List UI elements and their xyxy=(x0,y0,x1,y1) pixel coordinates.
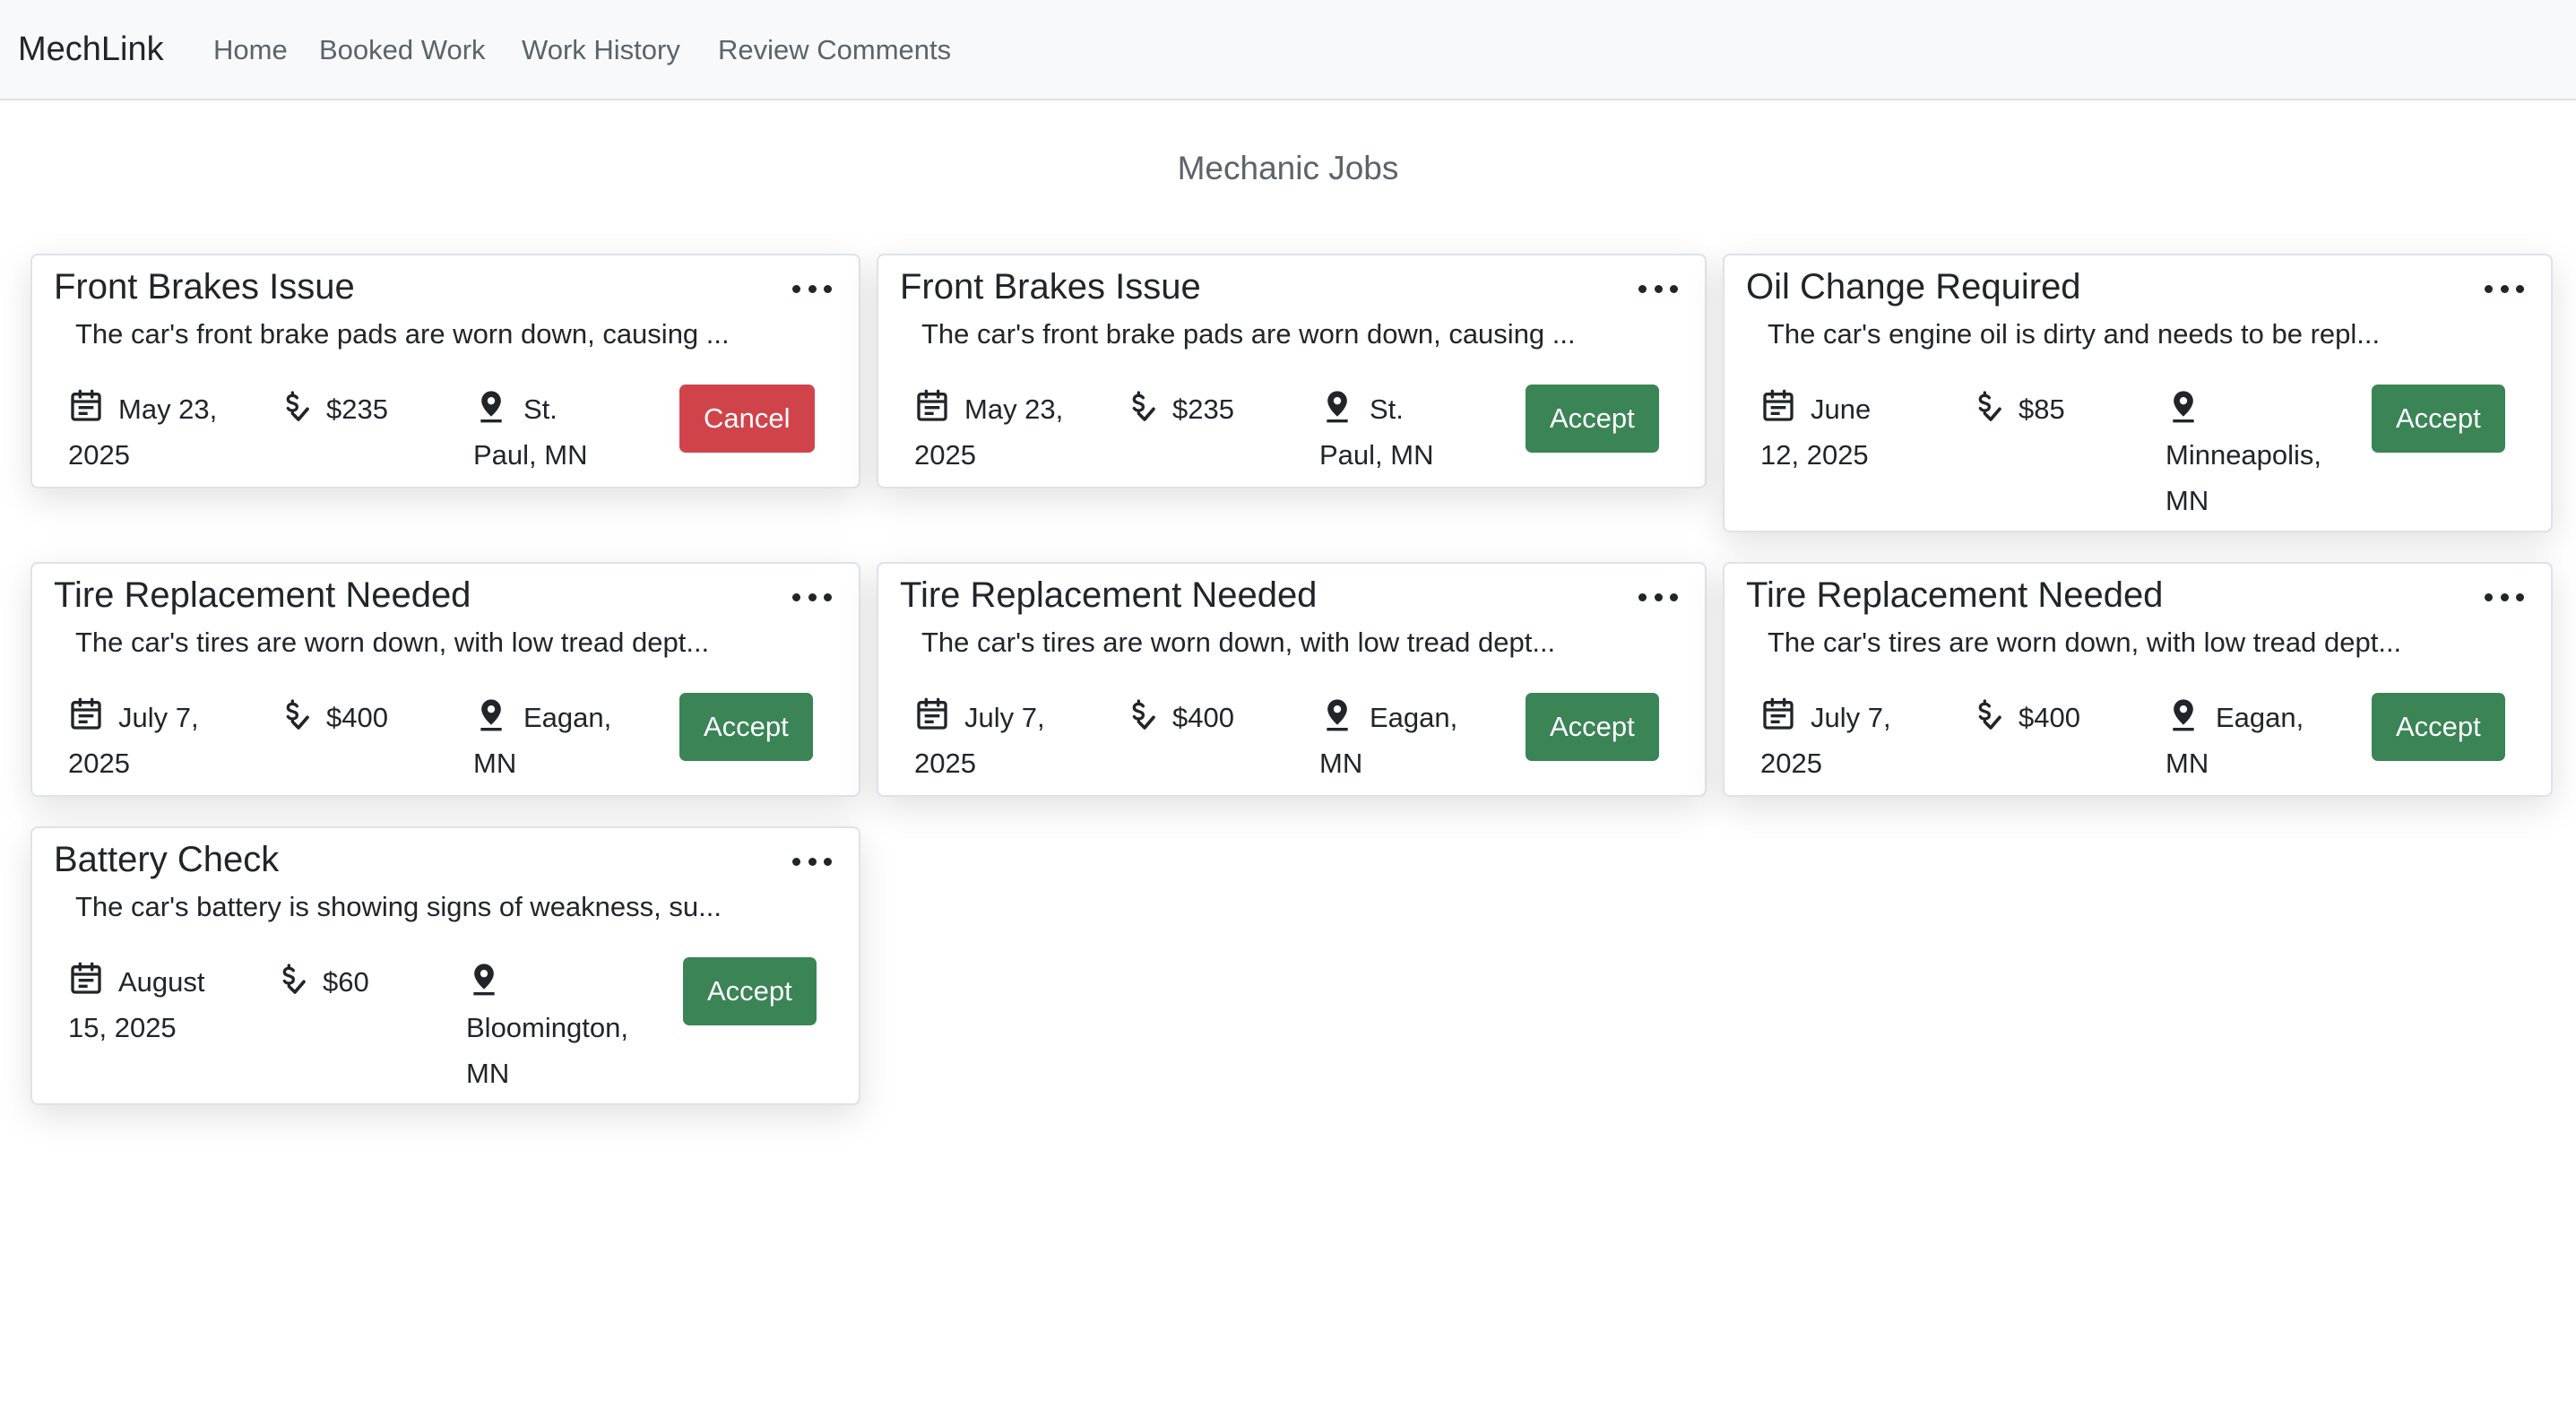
dollar-check-icon xyxy=(286,391,309,421)
job-price: $235 xyxy=(1122,386,1301,432)
nav-link-home[interactable]: Home xyxy=(213,30,288,70)
job-description: The car's front brake pads are worn down… xyxy=(75,318,730,350)
more-options-icon[interactable] xyxy=(792,848,832,875)
more-options-icon[interactable] xyxy=(792,583,832,610)
dollar-check-icon xyxy=(282,964,306,994)
dollar-check-icon xyxy=(286,699,309,730)
job-description: The car's battery is showing signs of we… xyxy=(75,891,722,922)
job-location: Minneapolis, MN xyxy=(2165,386,2345,523)
dollar-check-icon xyxy=(1132,699,1155,730)
job-location: Eagan, MN xyxy=(473,695,653,786)
job-description: The car's front brake pads are worn down… xyxy=(921,318,1576,350)
job-date: July 7, 2025 xyxy=(1760,695,1940,786)
map-pin-icon xyxy=(473,964,495,996)
map-pin-icon xyxy=(2173,699,2194,731)
more-options-icon[interactable] xyxy=(792,275,832,302)
job-date: July 7, 2025 xyxy=(68,695,247,786)
job-location: St. Paul, MN xyxy=(1319,386,1481,478)
job-card: Tire Replacement Needed The car's tires … xyxy=(1723,562,2553,797)
calendar-icon xyxy=(917,697,947,730)
job-title: Front Brakes Issue xyxy=(900,267,1201,307)
job-location: St. Paul, MN xyxy=(473,386,635,478)
job-card: Tire Replacement Needed The car's tires … xyxy=(30,562,860,797)
navbar: MechLink Home Booked Work Work History R… xyxy=(0,0,2576,100)
job-location: Eagan, MN xyxy=(2165,695,2345,786)
map-pin-icon xyxy=(480,391,502,423)
job-description: The car's tires are worn down, with low … xyxy=(1768,627,2402,658)
calendar-icon xyxy=(1763,697,1794,730)
job-price: $400 xyxy=(1968,695,2148,740)
calendar-icon xyxy=(71,962,101,994)
more-options-icon[interactable] xyxy=(2485,583,2524,610)
page-title: Mechanic Jobs xyxy=(1177,150,1399,186)
job-title: Tire Replacement Needed xyxy=(54,575,471,615)
job-title: Battery Check xyxy=(54,840,280,879)
job-date: August 15, 2025 xyxy=(68,959,238,1050)
nav-link-booked-work[interactable]: Booked Work xyxy=(319,30,486,70)
job-location: Eagan, MN xyxy=(1319,695,1499,786)
job-card: Front Brakes Issue The car's front brake… xyxy=(30,254,860,488)
job-price: $400 xyxy=(1122,695,1301,740)
calendar-icon xyxy=(71,389,101,421)
job-card: Battery Check The car's battery is showi… xyxy=(30,826,860,1105)
job-card: Front Brakes Issue The car's front brake… xyxy=(877,254,1707,488)
job-title: Front Brakes Issue xyxy=(54,267,355,307)
nav-link-work-history[interactable]: Work History xyxy=(522,30,680,70)
map-pin-icon xyxy=(1327,699,1348,731)
accept-button[interactable]: Accept xyxy=(2372,385,2505,453)
job-price: $400 xyxy=(276,695,455,740)
job-location: Bloomington, MN xyxy=(466,959,654,1096)
brand-logo[interactable]: MechLink xyxy=(18,27,164,72)
accept-button[interactable]: Accept xyxy=(2372,693,2505,761)
more-options-icon[interactable] xyxy=(2485,275,2524,302)
nav-link-review-comments[interactable]: Review Comments xyxy=(718,30,951,70)
job-description: The car's tires are worn down, with low … xyxy=(75,627,710,658)
job-price: $235 xyxy=(276,386,455,432)
job-description: The car's tires are worn down, with low … xyxy=(921,627,1556,658)
job-card: Oil Change Required The car's engine oil… xyxy=(1723,254,2553,532)
calendar-icon xyxy=(1763,389,1794,421)
accept-button[interactable]: Accept xyxy=(1526,385,1659,453)
dollar-check-icon xyxy=(1978,391,2001,421)
job-date: July 7, 2025 xyxy=(914,695,1094,786)
job-card: Tire Replacement Needed The car's tires … xyxy=(877,562,1707,797)
calendar-icon xyxy=(71,697,101,730)
calendar-icon xyxy=(917,389,947,421)
job-title: Tire Replacement Needed xyxy=(1746,575,2164,615)
map-pin-icon xyxy=(1327,391,1348,423)
map-pin-icon xyxy=(480,699,502,731)
job-title: Oil Change Required xyxy=(1746,267,2081,307)
dollar-check-icon xyxy=(1978,699,2001,730)
accept-button[interactable]: Accept xyxy=(1526,693,1659,761)
cancel-button[interactable]: Cancel xyxy=(679,385,815,453)
job-price: $85 xyxy=(1968,386,2148,432)
job-price: $60 xyxy=(272,959,452,1005)
job-date: June 12, 2025 xyxy=(1760,386,1940,478)
job-title: Tire Replacement Needed xyxy=(900,575,1318,615)
dollar-check-icon xyxy=(1132,391,1155,421)
job-date: May 23, 2025 xyxy=(914,386,1094,478)
more-options-icon[interactable] xyxy=(1638,583,1678,610)
accept-button[interactable]: Accept xyxy=(683,957,817,1025)
accept-button[interactable]: Accept xyxy=(679,693,813,761)
job-description: The car's engine oil is dirty and needs … xyxy=(1768,318,2381,350)
map-pin-icon xyxy=(2173,391,2194,423)
more-options-icon[interactable] xyxy=(1638,275,1678,302)
job-date: May 23, 2025 xyxy=(68,386,247,478)
